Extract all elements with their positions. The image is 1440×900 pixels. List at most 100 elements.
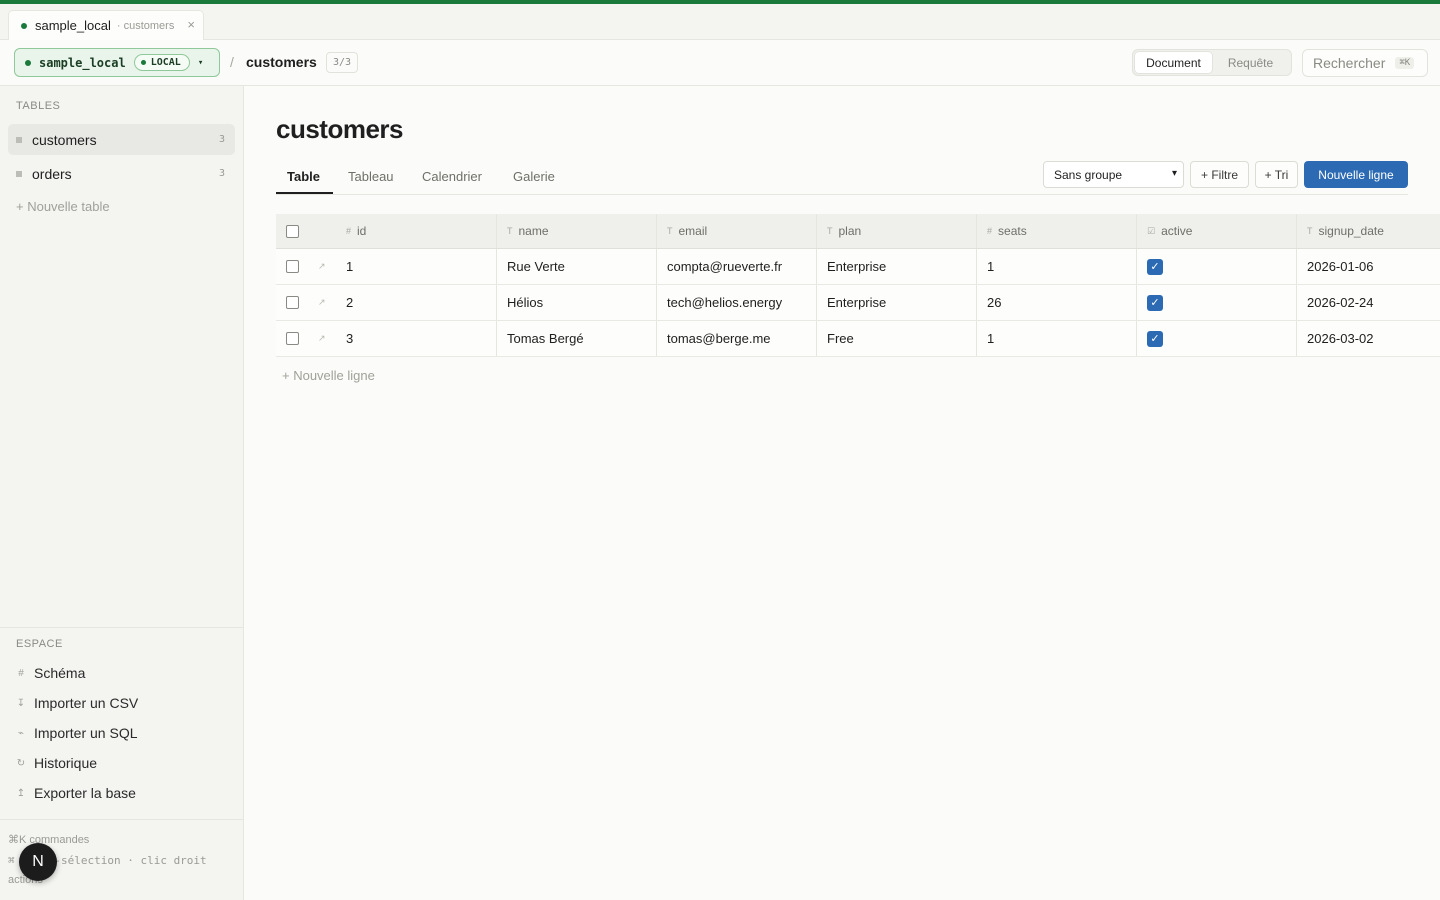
search-shortcut: ⌘K xyxy=(1395,57,1415,69)
table-row[interactable]: ↗ 3 Tomas Bergé tomas@berge.me Free 1 ✓ … xyxy=(276,321,1440,357)
sidebar-item-schema[interactable]: # Schéma xyxy=(16,665,85,681)
checkbox-type-icon: ☑ xyxy=(1147,225,1156,236)
cell-signup-date[interactable]: 2026-02-24 xyxy=(1296,285,1440,320)
checked-checkbox[interactable]: ✓ xyxy=(1147,294,1163,311)
column-header-signup-date[interactable]: Tsignup_date xyxy=(1296,214,1440,248)
column-name: plan xyxy=(838,224,862,238)
search-label: Rechercher xyxy=(1313,55,1386,71)
expand-icon[interactable]: ↗ xyxy=(318,297,326,308)
column-header-active[interactable]: ☑ active xyxy=(1136,214,1296,248)
sidebar-item-import-sql[interactable]: ⌁ Importer un SQL xyxy=(16,725,138,741)
avatar[interactable]: N xyxy=(19,843,57,881)
column-name: id xyxy=(357,224,367,238)
cell-email[interactable]: tomas@berge.me xyxy=(656,321,816,356)
database-name: sample_local xyxy=(39,55,126,70)
chevron-down-icon: ▾ xyxy=(197,57,204,68)
status-dot xyxy=(140,60,146,65)
search-button[interactable]: Rechercher ⌘K xyxy=(1302,49,1428,77)
database-selector[interactable]: sample_local LOCAL ▾ xyxy=(14,48,220,77)
sidebar-item-orders[interactable]: orders 3 xyxy=(8,158,235,189)
local-badge-label: LOCAL xyxy=(150,57,181,68)
status-dot xyxy=(21,22,27,29)
column-header-seats[interactable]: # seats xyxy=(976,214,1136,248)
row-checkbox[interactable] xyxy=(286,296,299,309)
cell-active[interactable]: ✓ xyxy=(1136,321,1296,356)
mode-switch: Document Requête xyxy=(1132,49,1292,76)
cell-seats[interactable]: 1 xyxy=(976,321,1136,356)
mode-query[interactable]: Requête xyxy=(1212,52,1289,73)
mode-document[interactable]: Document xyxy=(1135,52,1212,73)
sidebar-item-import-csv[interactable]: ↧ Importer un CSV xyxy=(16,695,138,711)
cell-signup-date[interactable]: 2026-01-06 xyxy=(1296,249,1440,284)
main-content: customers Table Tableau Calendrier Galer… xyxy=(244,86,1440,900)
new-row-button[interactable]: Nouvelle ligne xyxy=(1304,161,1408,188)
select-all-checkbox[interactable] xyxy=(286,225,299,238)
window-tab-sub: · customers xyxy=(116,19,175,32)
cell-name[interactable]: Rue Verte xyxy=(496,249,656,284)
column-header-name[interactable]: Tname xyxy=(496,214,656,248)
local-badge: LOCAL xyxy=(133,54,190,71)
status-dot xyxy=(25,59,31,66)
cell-active[interactable]: ✓ xyxy=(1136,285,1296,320)
tab-gallery[interactable]: Galerie xyxy=(513,169,555,184)
code-icon: ⌁ xyxy=(17,727,25,739)
column-header-plan[interactable]: Tplan xyxy=(816,214,976,248)
cell-name[interactable]: Tomas Bergé xyxy=(496,321,656,356)
column-header-id[interactable]: # id xyxy=(336,214,496,248)
table-count: 3 xyxy=(218,134,225,145)
divider xyxy=(0,819,243,820)
tab-table[interactable]: Table xyxy=(287,169,320,184)
sort-button[interactable]: + Tri xyxy=(1255,161,1298,188)
add-row-button[interactable]: + Nouvelle ligne xyxy=(282,368,375,383)
cell-id[interactable]: 3 xyxy=(336,321,496,356)
app-header: sample_local LOCAL ▾ / customers 3/3 Doc… xyxy=(0,40,1440,86)
filter-button[interactable]: + Filtre xyxy=(1190,161,1249,188)
sidebar-item-customers[interactable]: customers 3 xyxy=(8,124,235,155)
column-header-email[interactable]: Temail xyxy=(656,214,816,248)
cell-seats[interactable]: 26 xyxy=(976,285,1136,320)
window-tab-name: sample_local xyxy=(35,18,111,33)
text-type-icon: T xyxy=(667,226,673,236)
text-type-icon: T xyxy=(1307,226,1313,236)
cell-name[interactable]: Hélios xyxy=(496,285,656,320)
column-name: name xyxy=(518,224,549,238)
cell-id[interactable]: 2 xyxy=(336,285,496,320)
expand-icon[interactable]: ↗ xyxy=(318,261,326,272)
column-name: seats xyxy=(998,224,1027,238)
cell-id[interactable]: 1 xyxy=(336,249,496,284)
new-table-button[interactable]: + Nouvelle table xyxy=(16,199,110,214)
table-name: orders xyxy=(32,165,72,182)
expand-icon[interactable]: ↗ xyxy=(318,333,326,344)
cell-email[interactable]: tech@helios.energy xyxy=(656,285,816,320)
group-select[interactable]: Sans groupe ▾ xyxy=(1043,161,1184,188)
cell-plan[interactable]: Enterprise xyxy=(816,285,976,320)
space-item-label: Schéma xyxy=(34,665,86,681)
tab-calendar[interactable]: Calendrier xyxy=(422,169,482,184)
checked-checkbox[interactable]: ✓ xyxy=(1147,330,1163,347)
cell-seats[interactable]: 1 xyxy=(976,249,1136,284)
row-count-badge: 3/3 xyxy=(326,52,359,73)
row-checkbox[interactable] xyxy=(286,332,299,345)
close-icon[interactable]: × xyxy=(187,17,195,32)
table-row[interactable]: ↗ 2 Hélios tech@helios.energy Enterprise… xyxy=(276,285,1440,321)
breadcrumb-table[interactable]: customers xyxy=(246,54,317,70)
tab-board[interactable]: Tableau xyxy=(348,169,394,184)
cell-plan[interactable]: Free xyxy=(816,321,976,356)
cell-email[interactable]: compta@rueverte.fr xyxy=(656,249,816,284)
window-tabbar: sample_local · customers × xyxy=(0,4,1440,40)
row-checkbox[interactable] xyxy=(286,260,299,273)
sidebar-item-history[interactable]: ↻ Historique xyxy=(16,755,97,771)
space-section-title: ESPACE xyxy=(16,638,63,650)
cell-signup-date[interactable]: 2026-03-02 xyxy=(1296,321,1440,356)
cell-plan[interactable]: Enterprise xyxy=(816,249,976,284)
space-item-label: Importer un SQL xyxy=(34,725,138,741)
active-tab-indicator xyxy=(276,192,333,194)
import-icon: ↧ xyxy=(16,697,26,709)
cell-active[interactable]: ✓ xyxy=(1136,249,1296,284)
window-tab[interactable]: sample_local · customers × xyxy=(8,10,204,40)
sidebar-item-export[interactable]: ↥ Exporter la base xyxy=(16,785,136,801)
table-count: 3 xyxy=(218,168,225,179)
checked-checkbox[interactable]: ✓ xyxy=(1147,258,1163,275)
column-name: email xyxy=(678,224,708,238)
table-row[interactable]: ↗ 1 Rue Verte compta@rueverte.fr Enterpr… xyxy=(276,249,1440,285)
